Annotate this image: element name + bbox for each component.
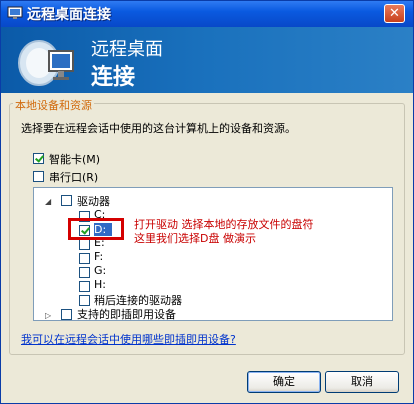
title-bar[interactable]: 远程桌面连接 ✕ [1,1,413,27]
pnp-help-link[interactable]: 我可以在远程会话中使用哪些即插即用设备? [21,331,236,347]
drives-label: 驱动器 [77,195,110,208]
banner-title-line2: 连接 [91,65,136,90]
drive-h-label: H: [94,278,106,291]
drive-g-label: G: [94,264,107,277]
remote-desktop-window: 远程桌面连接 ✕ 远程桌面 连接 本地设备和资源 选择要在远程会话中使用的这台计… [0,0,414,404]
pnp-label: 支持的即插即用设备 [77,308,176,321]
remote-desktop-app-icon [7,6,23,19]
pnp-checkbox[interactable] [61,309,72,320]
drive-g-checkbox[interactable] [79,267,90,278]
smartcard-label[interactable]: 智能卡(M) [49,151,100,167]
serialport-label[interactable]: 串行口(R) [49,169,98,185]
annotation-line2: 这里我们选择D盘 做演示 [134,232,256,245]
window-title: 远程桌面连接 [27,7,111,23]
later-drives-checkbox[interactable] [79,295,90,306]
cancel-button[interactable]: 取消 [325,371,399,393]
close-button[interactable]: ✕ [384,4,405,23]
expand-drives-icon[interactable]: ◢ [45,197,51,206]
group-legend: 本地设备和资源 [13,97,94,113]
ok-button[interactable]: 确定 [247,371,321,393]
serialport-checkbox[interactable] [33,171,44,182]
drive-f-checkbox[interactable] [79,253,90,264]
drives-checkbox[interactable] [61,195,72,206]
drive-h-checkbox[interactable] [79,281,90,292]
header-banner: 远程桌面 连接 [1,27,413,93]
expand-pnp-icon[interactable]: ▷ [45,311,51,320]
group-description: 选择要在远程会话中使用的这台计算机上的设备和资源。 [21,122,296,135]
annotation-highlight-box [68,218,124,240]
banner-title-line1: 远程桌面 [91,39,163,60]
remote-desktop-logo-icon [18,40,74,86]
smartcard-checkbox[interactable] [33,153,44,164]
drive-f-label: F: [94,250,104,263]
drive-e-checkbox[interactable] [79,239,90,250]
